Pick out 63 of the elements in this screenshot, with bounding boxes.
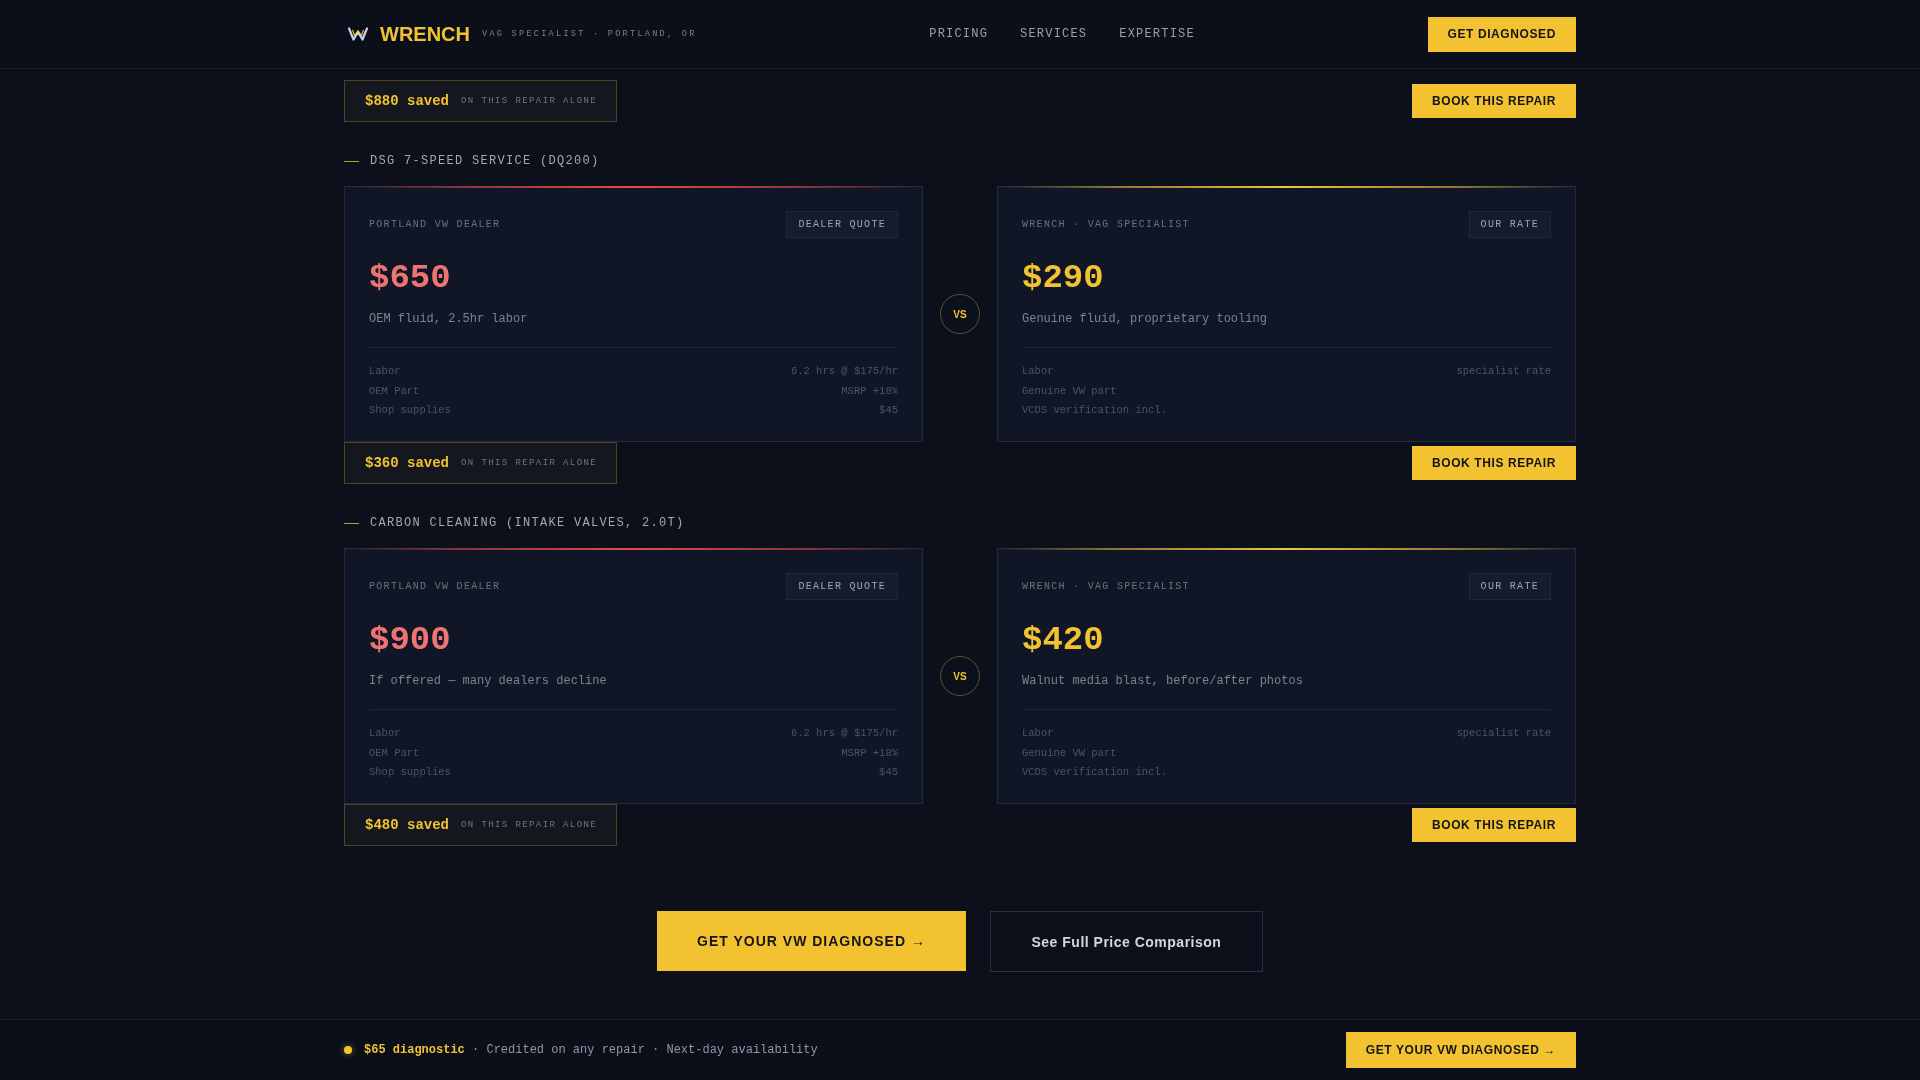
w-emblem-icon: [348, 27, 368, 41]
price-comparison-button[interactable]: See Full Price Comparison: [989, 911, 1263, 972]
line-label: Shop supplies: [369, 765, 451, 780]
savings-amount: $880 saved: [365, 93, 449, 109]
line-value: MSRP +18%: [841, 383, 898, 399]
line-value: 6.2 hrs @ $175/hr: [790, 364, 898, 379]
quote-source: WRENCH · VAG SPECIALIST: [1022, 581, 1190, 592]
diagnose-cta-button[interactable]: GET YOUR VW DIAGNOSED →: [657, 911, 966, 971]
quote-description: If offered — many dealers decline: [369, 674, 607, 688]
quote-price: $290: [1022, 258, 1104, 298]
brand-name[interactable]: WRENCH: [380, 22, 470, 46]
book-repair-button[interactable]: BOOK THIS REPAIR: [1411, 446, 1576, 480]
savings-note: ON THIS REPAIR ALONE: [461, 96, 598, 106]
quote-description: Walnut media blast, before/after photos: [1022, 674, 1303, 688]
offer-text: $65 diagnostic · Credited on any repair · Next-day availability: [364, 1043, 818, 1057]
line-label: VCDS verification incl.: [1022, 765, 1167, 780]
savings-amount: $360 saved: [365, 455, 449, 471]
line-label: Genuine VW part: [1022, 383, 1117, 399]
line-label: Labor: [1022, 726, 1054, 741]
quote-source: WRENCH · VAG SPECIALIST: [1022, 219, 1190, 230]
nav-link[interactable]: EXPERTISE: [1119, 27, 1195, 41]
line-label: Labor: [369, 726, 401, 741]
line-value: specialist rate: [1456, 726, 1551, 741]
quote-price: $650: [369, 258, 451, 298]
vs-badge: VS: [940, 294, 980, 334]
service-title: CARBON CLEANING (INTAKE VALVES, 2.0T): [370, 516, 685, 530]
quote-tag: DEALER QUOTE: [786, 211, 898, 238]
brand-tagline: VAG SPECIALIST · PORTLAND, OR: [482, 29, 697, 39]
book-repair-button[interactable]: BOOK THIS REPAIR: [1411, 84, 1576, 118]
line-value: 6.2 hrs @ $175/hr: [790, 726, 898, 741]
diagnose-bar-button[interactable]: GET YOUR VW DIAGNOSED →: [1345, 1032, 1576, 1068]
quote-tag: OUR RATE: [1468, 211, 1551, 238]
dash-icon: [344, 160, 359, 162]
quote-description: Genuine fluid, proprietary tooling: [1022, 312, 1267, 326]
line-label: VCDS verification incl.: [1022, 403, 1167, 418]
quote-tag: OUR RATE: [1468, 573, 1551, 600]
quote-source: PORTLAND VW DEALER: [369, 219, 501, 230]
quote-price: $900: [369, 620, 451, 660]
service-title: DSG 7-SPEED SERVICE (DQ200): [370, 154, 600, 168]
get-diagnosed-button[interactable]: GET DIAGNOSED: [1427, 16, 1576, 52]
nav-link[interactable]: PRICING: [929, 27, 989, 41]
quote-price: $420: [1022, 620, 1104, 660]
line-label: Genuine VW part: [1022, 745, 1117, 761]
savings-amount: $480 saved: [365, 817, 449, 833]
nav-link[interactable]: SERVICES: [1020, 27, 1088, 41]
book-repair-button[interactable]: BOOK THIS REPAIR: [1411, 808, 1576, 842]
line-value: $45: [879, 765, 898, 780]
dash-icon: [344, 522, 359, 524]
status-dot-icon: [344, 1046, 352, 1054]
quote-source: PORTLAND VW DEALER: [369, 581, 501, 592]
line-label: OEM Part: [369, 383, 420, 399]
line-label: Shop supplies: [369, 403, 451, 418]
line-label: Labor: [1022, 364, 1054, 379]
line-value: MSRP +18%: [841, 745, 898, 761]
line-value: specialist rate: [1456, 364, 1551, 379]
savings-note: ON THIS REPAIR ALONE: [461, 458, 598, 468]
savings-note: ON THIS REPAIR ALONE: [461, 820, 598, 830]
vs-badge: VS: [940, 656, 980, 696]
line-label: OEM Part: [369, 745, 420, 761]
line-label: Labor: [369, 364, 401, 379]
quote-tag: DEALER QUOTE: [786, 573, 898, 600]
line-value: $45: [879, 403, 898, 418]
quote-description: OEM fluid, 2.5hr labor: [369, 312, 528, 326]
